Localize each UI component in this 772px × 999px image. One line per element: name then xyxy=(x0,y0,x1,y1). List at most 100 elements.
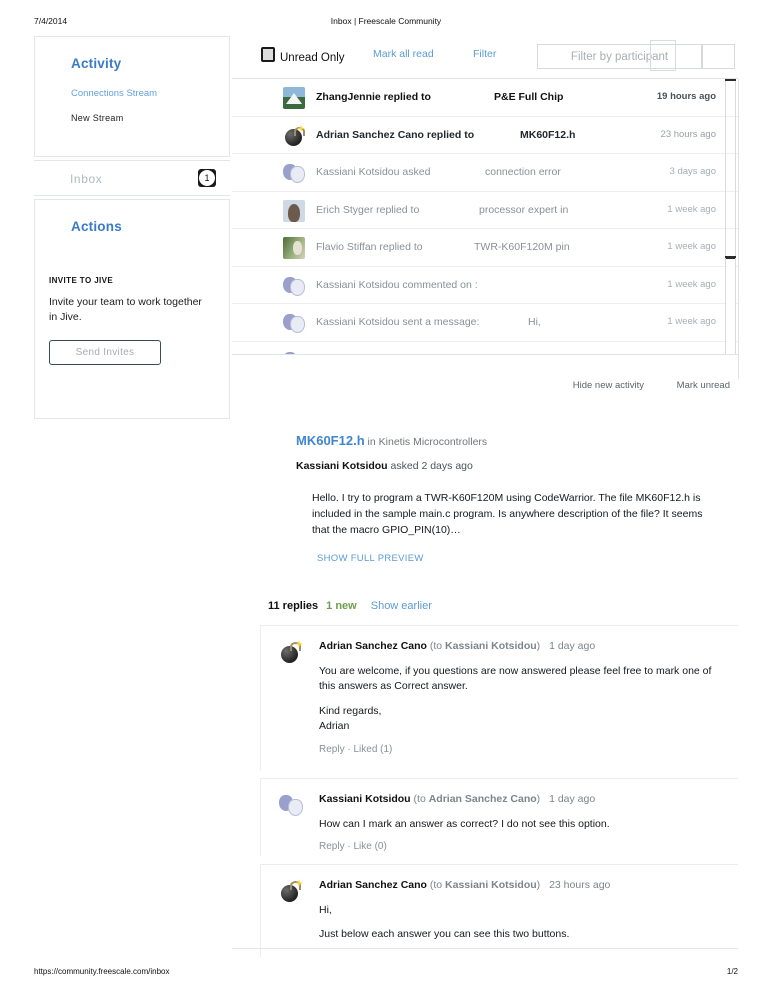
list-item-subject[interactable]: TWR-K60F120M pin xyxy=(474,241,570,253)
checkbox-icon[interactable] xyxy=(261,47,275,62)
reply-body: How can I mark an answer as correct? I d… xyxy=(319,818,610,830)
sidebar-item-inbox[interactable]: Inbox 1 xyxy=(34,160,230,196)
replies-new-count: 1 new xyxy=(326,600,357,612)
thread-author-action: asked 2 days ago xyxy=(387,460,473,472)
unread-only-toggle[interactable]: Unread Only xyxy=(261,47,345,64)
thread-title-link[interactable]: MK60F12.h xyxy=(296,433,365,448)
list-item-time: 19 hours ago xyxy=(656,91,716,102)
thread-detail-pane: Hide new activity Mark unread MK60F12.h … xyxy=(232,354,738,957)
sidebar-heading-actions: Actions xyxy=(71,219,122,234)
print-page-number: 1/2 xyxy=(726,967,738,976)
reply-time: 23 hours ago xyxy=(549,879,611,891)
list-item[interactable]: Erich Styger replied to processor expert… xyxy=(232,192,738,229)
reply-header: Adrian Sanchez Cano (to Kassiani Kotsido… xyxy=(319,640,595,652)
sidebar-actions-card: Actions INVITE TO JIVE Invite your team … xyxy=(34,199,230,419)
reply-button[interactable]: Reply xyxy=(319,744,345,755)
inbox-unread-badge: 1 xyxy=(198,169,216,187)
main-column: Unread Only Mark all read Filter ZhangJe… xyxy=(232,36,739,957)
message-list-scrollbar[interactable] xyxy=(725,79,736,373)
list-item-time: 1 week ago xyxy=(667,203,716,215)
mark-unread-button[interactable]: Mark unread xyxy=(677,380,730,391)
masks-avatar xyxy=(283,274,305,297)
thread-author[interactable]: Kassiani Kotsidou xyxy=(296,460,388,472)
page-frame: Activity Connections Stream New Stream I… xyxy=(34,36,739,957)
bomb-avatar xyxy=(283,124,305,147)
reply-author[interactable]: Adrian Sanchez Cano xyxy=(319,879,427,891)
list-item-time: 1 week ago xyxy=(667,316,716,327)
list-item-time: 1 week ago xyxy=(667,278,716,290)
invite-description: Invite your team to work together in Jiv… xyxy=(49,296,202,323)
list-item-subject[interactable]: processor expert in xyxy=(479,204,568,216)
reply-recipient-name[interactable]: Kassiani Kotsidou xyxy=(445,879,537,891)
hide-new-activity-button[interactable]: Hide new activity xyxy=(573,380,644,391)
list-item-actor: Kassiani Kotsidou asked xyxy=(316,166,431,178)
print-footer: https://community.freescale.com/inbox 1/… xyxy=(0,967,772,981)
reply-body: You are welcome, if you questions are no… xyxy=(319,665,712,692)
list-item[interactable]: Adrian Sanchez Cano replied to MK60F12.h… xyxy=(232,117,738,154)
filter-input-cursor-box xyxy=(650,40,676,71)
list-item-time: 23 hours ago xyxy=(660,128,716,140)
bomb-avatar xyxy=(279,640,303,664)
detail-actions: Hide new activity Mark unread xyxy=(543,380,730,391)
reply-author[interactable]: Adrian Sanchez Cano xyxy=(319,640,427,652)
scrollbar-thumb[interactable] xyxy=(726,258,735,369)
reply-header: Kassiani Kotsidou (to Adrian Sanchez Can… xyxy=(319,793,595,805)
reply-recipient: (to Kassiani Kotsidou) xyxy=(429,879,541,891)
list-item-subject[interactable]: connection error xyxy=(485,166,561,178)
sidebar: Activity Connections Stream New Stream I… xyxy=(34,36,232,956)
masks-avatar xyxy=(283,162,305,184)
list-item[interactable]: Kassiani Kotsidou asked connection error… xyxy=(232,154,738,192)
sidebar-item-new-stream[interactable]: New Stream xyxy=(35,99,229,123)
page-bottom-rule xyxy=(232,948,738,949)
list-item-actor: Kassiani Kotsidou commented on : xyxy=(316,278,478,291)
outdoor-avatar xyxy=(283,237,305,259)
show-earlier-button[interactable]: Show earlier xyxy=(371,600,432,612)
list-item[interactable]: Kassiani Kotsidou sent a message: Hi, 1 … xyxy=(232,304,738,342)
reply-time: 1 day ago xyxy=(549,793,596,805)
list-item-subject[interactable]: MK60F12.h xyxy=(520,129,575,141)
thread-place-label[interactable]: in Kinetis Microcontrollers xyxy=(365,436,488,448)
list-item[interactable]: Kassiani Kotsidou commented on : 1 week … xyxy=(232,267,738,304)
reply-footer: Reply · Like (0) xyxy=(319,841,387,852)
reply-recipient: (to Kassiani Kotsidou) xyxy=(429,640,541,652)
list-item-actor: Flavio Stiffan replied to xyxy=(316,241,423,253)
list-item-subject[interactable]: P&E Full Chip xyxy=(494,91,563,103)
show-full-preview-button[interactable]: SHOW FULL PREVIEW xyxy=(317,553,424,564)
sidebar-heading-activity: Activity xyxy=(71,56,122,71)
reply-button[interactable]: Reply xyxy=(319,841,345,852)
filter-adjacent-box[interactable] xyxy=(702,44,735,69)
mark-all-read-button[interactable]: Mark all read xyxy=(373,48,434,60)
reply-body: Hi, xyxy=(319,904,332,916)
reply-item: Adrian Sanchez Cano (to Kassiani Kotsido… xyxy=(260,625,738,770)
reply-recipient-name[interactable]: Kassiani Kotsidou xyxy=(445,640,537,652)
sidebar-activity-card: Activity Connections Stream New Stream xyxy=(34,36,230,157)
replies-header: 11 replies 1 new Show earlier xyxy=(268,600,432,612)
filter-by-participant-input[interactable] xyxy=(537,44,702,69)
reply-recipient: (to Adrian Sanchez Cano) xyxy=(413,793,541,805)
list-item[interactable]: ZhangJennie replied to P&E Full Chip 19 … xyxy=(232,79,738,117)
replies-count: 11 replies xyxy=(268,600,319,612)
like-button[interactable]: Liked (1) xyxy=(353,744,392,755)
sidebar-item-connections-stream[interactable]: Connections Stream xyxy=(35,71,229,99)
list-item[interactable]: Flavio Stiffan replied to TWR-K60F120M p… xyxy=(232,229,738,267)
reply-recipient-name[interactable]: Adrian Sanchez Cano xyxy=(429,793,537,805)
thread-meta: Kassiani Kotsidou asked 2 days ago xyxy=(296,460,473,472)
reply-signoff: Kind regards, Adrian xyxy=(319,705,382,732)
print-header: 7/4/2014 Inbox | Freescale Community xyxy=(0,16,772,30)
list-item-actor: Kassiani Kotsidou sent a message: xyxy=(316,316,480,328)
filter-button[interactable]: Filter xyxy=(473,48,496,60)
inbox-badge-count: 1 xyxy=(199,170,215,186)
send-invites-button[interactable]: Send Invites xyxy=(49,340,161,365)
person-avatar xyxy=(283,199,305,222)
inbox-row[interactable]: Inbox 1 xyxy=(34,161,230,197)
reply-author[interactable]: Kassiani Kotsidou xyxy=(319,793,411,805)
invite-kicker: INVITE TO JIVE xyxy=(49,276,114,285)
thread-title-row: MK60F12.h in Kinetis Microcontrollers xyxy=(296,433,487,448)
reply-body-second: Just below each answer you can see this … xyxy=(319,928,570,940)
like-button[interactable]: Like (0) xyxy=(353,841,386,852)
reply-item: Kassiani Kotsidou (to Adrian Sanchez Can… xyxy=(260,778,738,856)
sidebar-item-label-inbox: Inbox xyxy=(70,172,103,186)
reply-time: 1 day ago xyxy=(549,640,596,652)
reply-footer: Reply · Liked (1) xyxy=(319,744,393,755)
list-item-subject[interactable]: Hi, xyxy=(528,316,541,328)
